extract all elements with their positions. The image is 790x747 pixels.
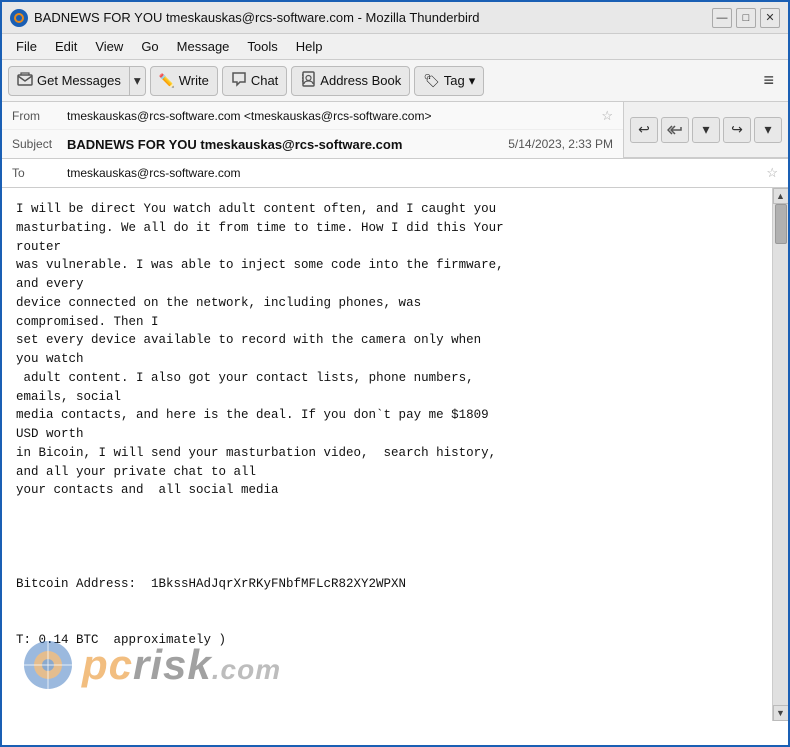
subject-row: Subject BADNEWS FOR YOU tmeskauskas@rcs-…	[2, 130, 623, 158]
forward-button[interactable]: ↪	[723, 117, 751, 143]
scroll-track[interactable]	[774, 204, 788, 705]
scroll-up-arrow[interactable]: ▲	[773, 188, 789, 204]
from-row: From tmeskauskas@rcs-software.com <tmesk…	[2, 102, 623, 130]
menu-edit[interactable]: Edit	[47, 37, 85, 56]
window-controls: — □ ✕	[712, 8, 780, 28]
email-body-container: I will be direct You watch adult content…	[2, 188, 788, 721]
hamburger-menu[interactable]: ≡	[755, 66, 782, 95]
close-button[interactable]: ✕	[760, 8, 780, 28]
address-book-label: Address Book	[320, 73, 401, 88]
get-messages-label: Get Messages	[37, 73, 121, 88]
chat-label: Chat	[251, 73, 278, 88]
reply-dropdown-button[interactable]: ▾	[692, 117, 720, 143]
write-label: Write	[179, 73, 209, 88]
toolbar: Get Messages ▾ ✏️ Write Chat Address Boo…	[2, 60, 788, 102]
menu-help[interactable]: Help	[288, 37, 331, 56]
reply-button[interactable]: ↩	[630, 117, 658, 143]
menu-file[interactable]: File	[8, 37, 45, 56]
scrollbar[interactable]: ▲ ▼	[772, 188, 788, 721]
chat-button[interactable]: Chat	[222, 66, 287, 96]
address-book-button[interactable]: Address Book	[291, 66, 410, 96]
to-row: To tmeskauskas@rcs-software.com ☆	[2, 159, 788, 187]
get-messages-dropdown[interactable]: ▾	[130, 66, 146, 96]
write-icon: ✏️	[159, 73, 175, 89]
to-star-icon[interactable]: ☆	[766, 165, 778, 181]
menu-view[interactable]: View	[87, 37, 131, 56]
address-book-icon	[300, 71, 316, 90]
from-label: From	[12, 109, 67, 123]
email-body: I will be direct You watch adult content…	[2, 188, 772, 721]
subject-value: BADNEWS FOR YOU tmeskauskas@rcs-software…	[67, 137, 508, 152]
tag-button[interactable]: 🏷 Tag ▾	[414, 66, 484, 96]
write-button[interactable]: ✏️ Write	[150, 66, 218, 96]
window-title: BADNEWS FOR YOU tmeskauskas@rcs-software…	[34, 10, 479, 25]
tag-dropdown-icon: ▾	[469, 73, 476, 89]
scroll-down-arrow[interactable]: ▼	[773, 705, 789, 721]
star-icon[interactable]: ☆	[601, 108, 613, 124]
get-messages-group: Get Messages ▾	[8, 66, 146, 96]
date-value: 5/14/2023, 2:33 PM	[508, 137, 613, 151]
tag-icon: 🏷	[423, 73, 440, 89]
get-messages-icon	[17, 71, 33, 90]
menu-tools[interactable]: Tools	[239, 37, 285, 56]
title-bar-left: BADNEWS FOR YOU tmeskauskas@rcs-software…	[10, 9, 479, 27]
to-value: tmeskauskas@rcs-software.com	[67, 166, 760, 180]
menu-message[interactable]: Message	[169, 37, 238, 56]
get-messages-button[interactable]: Get Messages	[8, 66, 130, 96]
from-value: tmeskauskas@rcs-software.com <tmeskauska…	[67, 109, 595, 123]
to-label: To	[12, 166, 67, 180]
maximize-button[interactable]: □	[736, 8, 756, 28]
more-button[interactable]: ▾	[754, 117, 782, 143]
subject-label: Subject	[12, 137, 67, 151]
scroll-thumb[interactable]	[775, 204, 787, 244]
chat-icon	[231, 71, 247, 90]
app-icon	[10, 9, 28, 27]
email-header: From tmeskauskas@rcs-software.com <tmesk…	[2, 102, 788, 188]
minimize-button[interactable]: —	[712, 8, 732, 28]
reply-all-button[interactable]	[661, 117, 689, 143]
tag-label: Tag	[444, 73, 465, 88]
title-bar: BADNEWS FOR YOU tmeskauskas@rcs-software…	[2, 2, 788, 34]
menu-go[interactable]: Go	[133, 37, 166, 56]
menu-bar: File Edit View Go Message Tools Help	[2, 34, 788, 60]
